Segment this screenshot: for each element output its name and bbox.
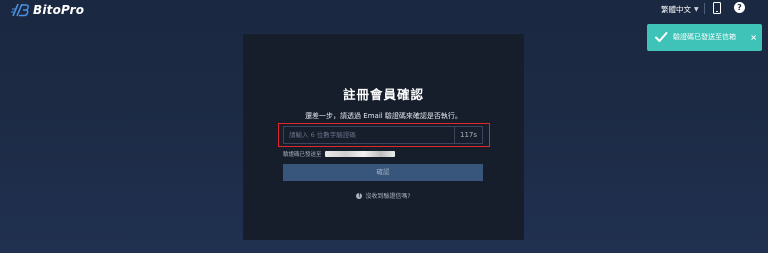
- verification-card: 註冊會員確認 還差一步，請透過 Email 驗證碼來確認是否執行。 117s 驗…: [243, 34, 524, 240]
- header-divider: [704, 3, 705, 14]
- no-code-help[interactable]: ! 沒收到驗證信嗎?: [243, 191, 524, 200]
- bitopro-logo-icon: [11, 3, 29, 17]
- code-sent-label: 驗證碼已發送至: [283, 151, 322, 158]
- chevron-down-icon: ▼: [694, 5, 699, 13]
- verification-code-input[interactable]: [284, 127, 454, 143]
- mobile-phone-icon[interactable]: [713, 2, 721, 14]
- page-title: 註冊會員確認: [342, 87, 424, 102]
- info-icon: !: [356, 192, 363, 199]
- code-sent-info: 驗證碼已發送至: [283, 149, 395, 158]
- check-icon: [655, 32, 668, 42]
- language-selector[interactable]: 繁體中文 ▼: [661, 2, 699, 16]
- no-code-link[interactable]: 沒收到驗證信嗎?: [365, 191, 410, 200]
- top-navigation-bar: BitoPro 繁體中文 ▼ ?: [0, 0, 768, 20]
- confirm-button[interactable]: 確認: [283, 164, 483, 181]
- toast-close-button[interactable]: ×: [750, 24, 757, 51]
- redacted-email: [324, 150, 395, 157]
- help-circle-icon[interactable]: ?: [734, 2, 745, 13]
- language-label: 繁體中文: [661, 4, 691, 14]
- resend-countdown: 117s: [454, 127, 482, 143]
- verification-code-field: 117s: [283, 126, 483, 144]
- brand-logo[interactable]: BitoPro: [10, 1, 84, 19]
- instruction-text: 還差一步，請透過 Email 驗證碼來確認是否執行。: [305, 112, 462, 120]
- notification-toast: 驗證碼已發送至信箱 ×: [647, 24, 762, 51]
- brand-name: BitoPro: [33, 3, 85, 17]
- toast-message: 驗證碼已發送至信箱: [673, 33, 736, 41]
